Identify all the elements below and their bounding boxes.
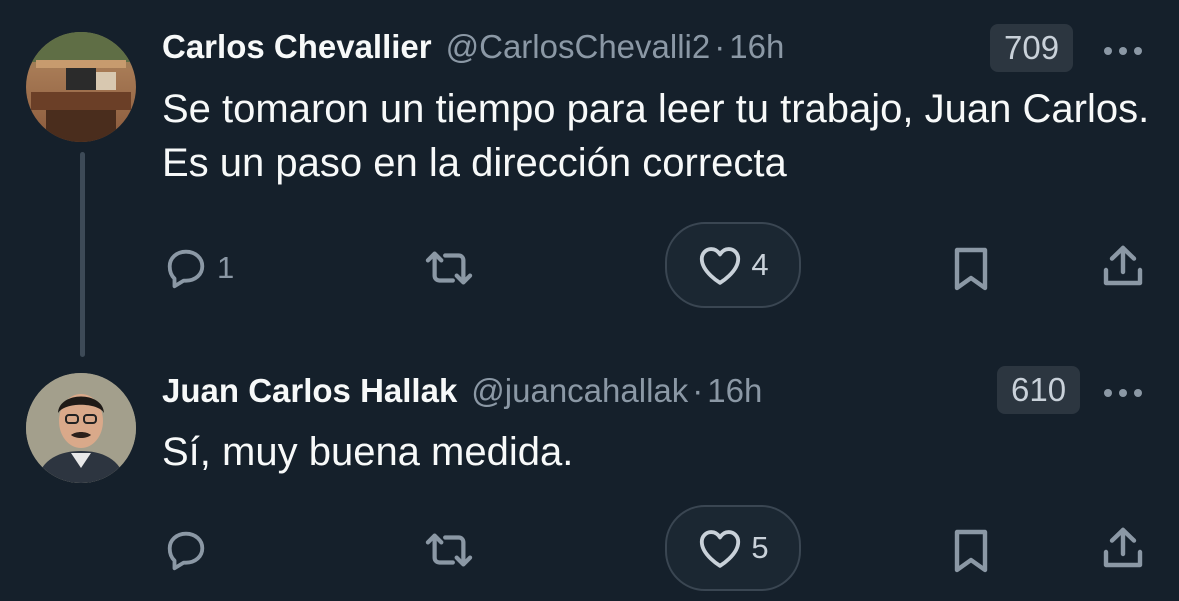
tweet[interactable]: Juan Carlos Hallak @juancahallak · 16h 6… <box>0 355 1179 601</box>
retweet-button[interactable] <box>422 245 484 291</box>
more-icon[interactable] <box>1104 389 1142 397</box>
bookmark-icon <box>954 529 988 573</box>
display-name[interactable]: Juan Carlos Hallak <box>162 372 457 410</box>
like-button[interactable]: 4 <box>665 222 801 308</box>
tweet-header: Juan Carlos Hallak @juancahallak · 16h <box>162 372 762 410</box>
display-name[interactable]: Carlos Chevallier <box>162 28 432 66</box>
handle[interactable]: @juancahallak <box>471 372 688 410</box>
reply-icon <box>167 249 205 289</box>
bookmark-button[interactable] <box>951 527 991 575</box>
tweet-text: Sí, muy buena medida. <box>162 430 574 474</box>
retweet-icon <box>425 251 473 285</box>
tweet-text: Se tomaron un tiempo para leer tu trabaj… <box>162 87 1150 185</box>
handle[interactable]: @CarlosChevalli2 <box>446 28 711 66</box>
reply-button[interactable]: 1 <box>163 245 234 291</box>
reply-icon <box>167 531 205 571</box>
like-count: 4 <box>751 247 769 282</box>
reply-count: 1 <box>217 250 235 285</box>
bookmark-button[interactable] <box>951 245 991 293</box>
like-icon <box>700 530 741 568</box>
reply-button[interactable] <box>163 527 217 573</box>
share-button[interactable] <box>1101 242 1145 290</box>
avatar[interactable] <box>26 32 136 142</box>
like-count: 5 <box>751 530 769 565</box>
tweet-header: Carlos Chevallier @CarlosChevalli2 · 16h <box>162 28 784 66</box>
retweet-button[interactable] <box>422 527 484 573</box>
reply-thread: Carlos Chevallier @CarlosChevalli2 · 16h… <box>0 0 1179 601</box>
avatar[interactable] <box>26 373 136 483</box>
timestamp[interactable]: 16h <box>707 372 762 410</box>
share-icon <box>1103 527 1143 568</box>
thread-line <box>80 152 85 357</box>
more-icon[interactable] <box>1104 47 1142 55</box>
like-icon <box>700 247 741 285</box>
tweet[interactable]: Carlos Chevallier @CarlosChevalli2 · 16h… <box>0 0 1179 357</box>
timestamp[interactable]: 16h <box>729 28 784 66</box>
bookmark-icon <box>954 247 988 291</box>
share-button[interactable] <box>1101 524 1145 572</box>
like-button[interactable]: 5 <box>665 505 801 591</box>
retweet-icon <box>425 533 473 567</box>
view-count-badge[interactable]: 709 <box>990 24 1074 72</box>
separator: · <box>714 28 726 65</box>
share-icon <box>1103 245 1143 286</box>
view-count-badge[interactable]: 610 <box>997 366 1081 414</box>
separator: · <box>692 372 704 409</box>
